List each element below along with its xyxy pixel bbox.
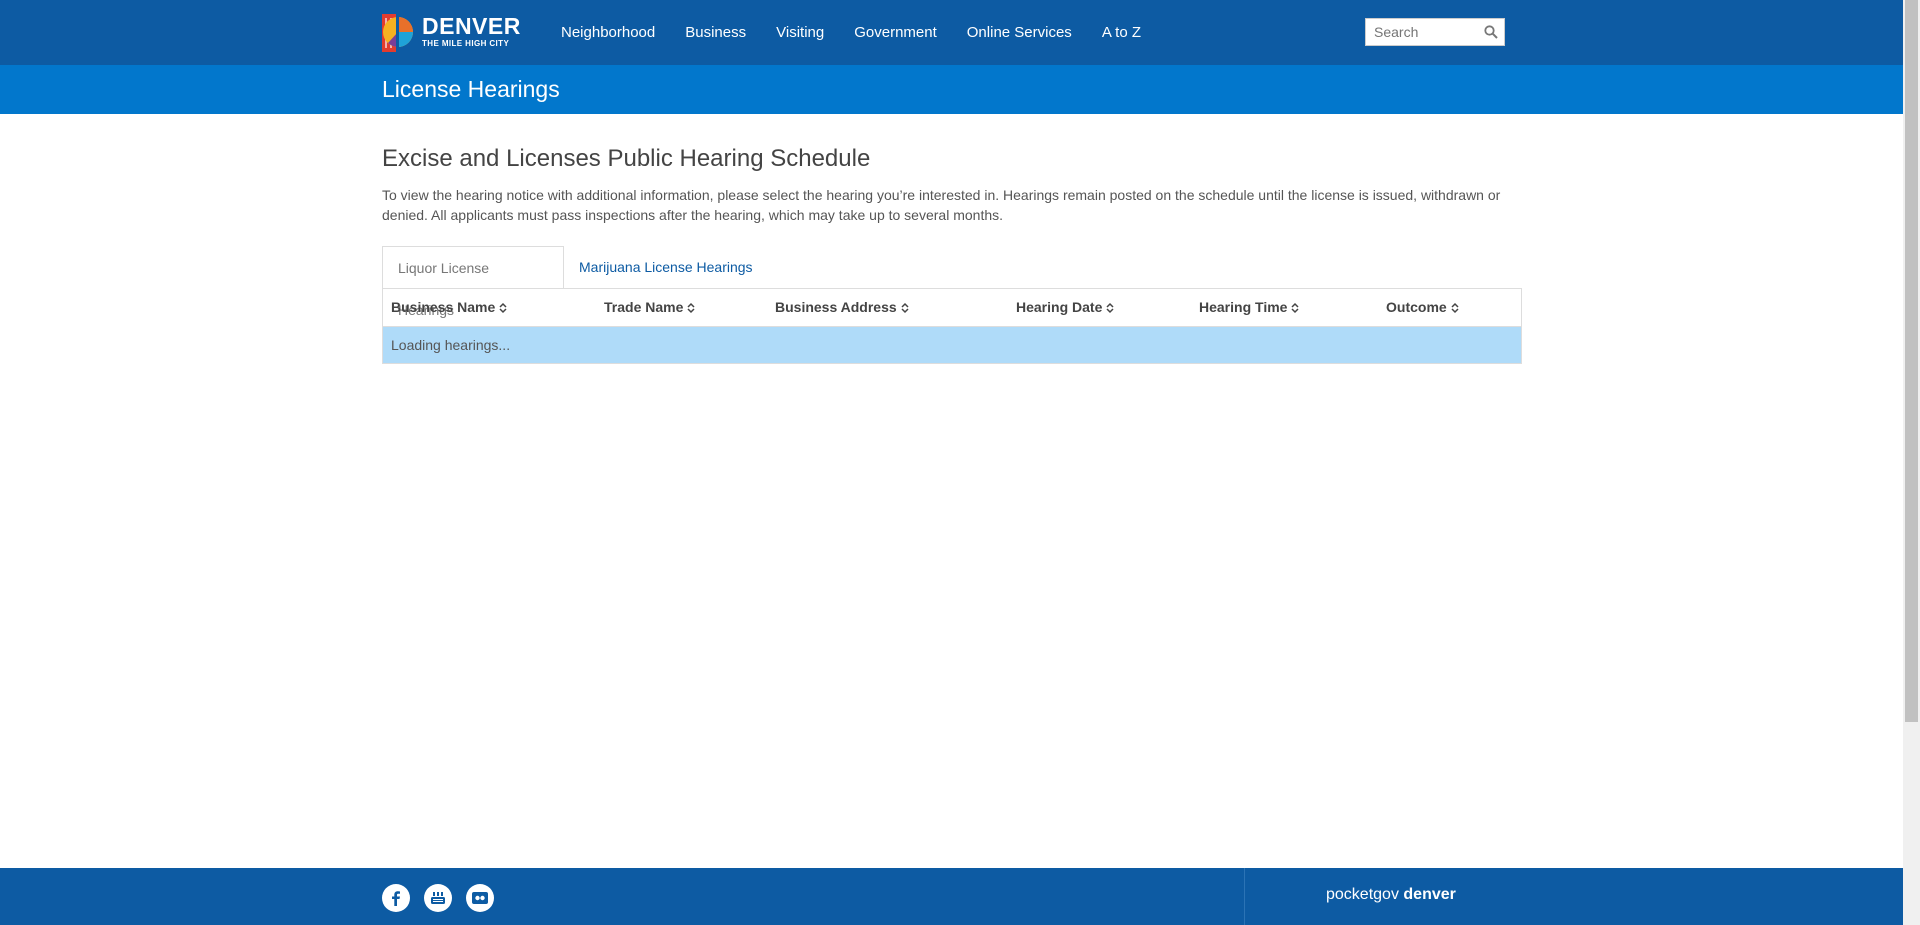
hearing-tabs: Liquor License Hearings Marijuana Licens… (382, 246, 1522, 318)
sort-icon (1451, 303, 1459, 314)
page-title: License Hearings (382, 76, 560, 102)
page: DENVER THE MILE HIGH CITY Neighborhood B… (0, 0, 1903, 925)
facebook-icon[interactable] (382, 884, 410, 912)
column-header-business-address[interactable]: Business Address (775, 289, 909, 326)
denver-logo[interactable]: DENVER THE MILE HIGH CITY (382, 11, 522, 52)
scrollbar-thumb[interactable] (1905, 0, 1918, 722)
logo-title: DENVER (422, 13, 521, 39)
tab-marijuana-license-hearings[interactable]: Marijuana License Hearings (564, 246, 768, 288)
table-loading-row: Loading hearings... (383, 327, 1521, 363)
pocketgov-denver-link[interactable]: pocketgov denver (1326, 886, 1456, 904)
column-header-outcome[interactable]: Outcome (1386, 289, 1459, 326)
hearings-table: Business Name Trade Name Business Addres… (382, 288, 1522, 364)
footer-divider (1244, 868, 1245, 925)
column-header-hearing-time[interactable]: Hearing Time (1199, 289, 1299, 326)
nav-government[interactable]: Government (854, 24, 937, 41)
sort-icon (1106, 303, 1114, 314)
tab-liquor-license-hearings[interactable]: Liquor License Hearings (382, 246, 564, 318)
search-icon[interactable] (1484, 25, 1498, 39)
sort-icon (901, 303, 909, 314)
main-nav: Neighborhood Business Visiting Governmen… (546, 0, 1156, 65)
nav-online-services[interactable]: Online Services (967, 24, 1072, 41)
search-box (1365, 18, 1505, 46)
column-header-business-name[interactable]: Business Name (391, 289, 507, 326)
denver-logo-icon (382, 13, 413, 52)
section-description: To view the hearing notice with addition… (382, 187, 1501, 223)
section-heading: Excise and Licenses Public Hearing Sched… (382, 145, 871, 172)
flickr-icon[interactable] (466, 884, 494, 912)
sort-icon (499, 303, 507, 314)
nav-a-to-z[interactable]: A to Z (1102, 24, 1141, 41)
top-navbar: DENVER THE MILE HIGH CITY Neighborhood B… (0, 0, 1903, 65)
table-header: Business Name Trade Name Business Addres… (383, 289, 1521, 327)
column-header-hearing-date[interactable]: Hearing Date (1016, 289, 1114, 326)
vertical-scrollbar[interactable] (1903, 0, 1920, 925)
sort-icon (687, 303, 695, 314)
page-title-bar: License Hearings (0, 65, 1903, 114)
sort-icon (1291, 303, 1299, 314)
nav-neighborhood[interactable]: Neighborhood (561, 24, 655, 41)
logo-tagline: THE MILE HIGH CITY (422, 39, 510, 48)
main-content: Excise and Licenses Public Hearing Sched… (382, 145, 1522, 225)
footer: pocketgov denver (0, 868, 1903, 925)
nav-business[interactable]: Business (685, 24, 746, 41)
nav-visiting[interactable]: Visiting (776, 24, 824, 41)
search-input[interactable] (1366, 19, 1488, 45)
loading-text: Loading hearings... (391, 337, 511, 353)
youtube-icon[interactable] (424, 884, 452, 912)
column-header-trade-name[interactable]: Trade Name (604, 289, 695, 326)
